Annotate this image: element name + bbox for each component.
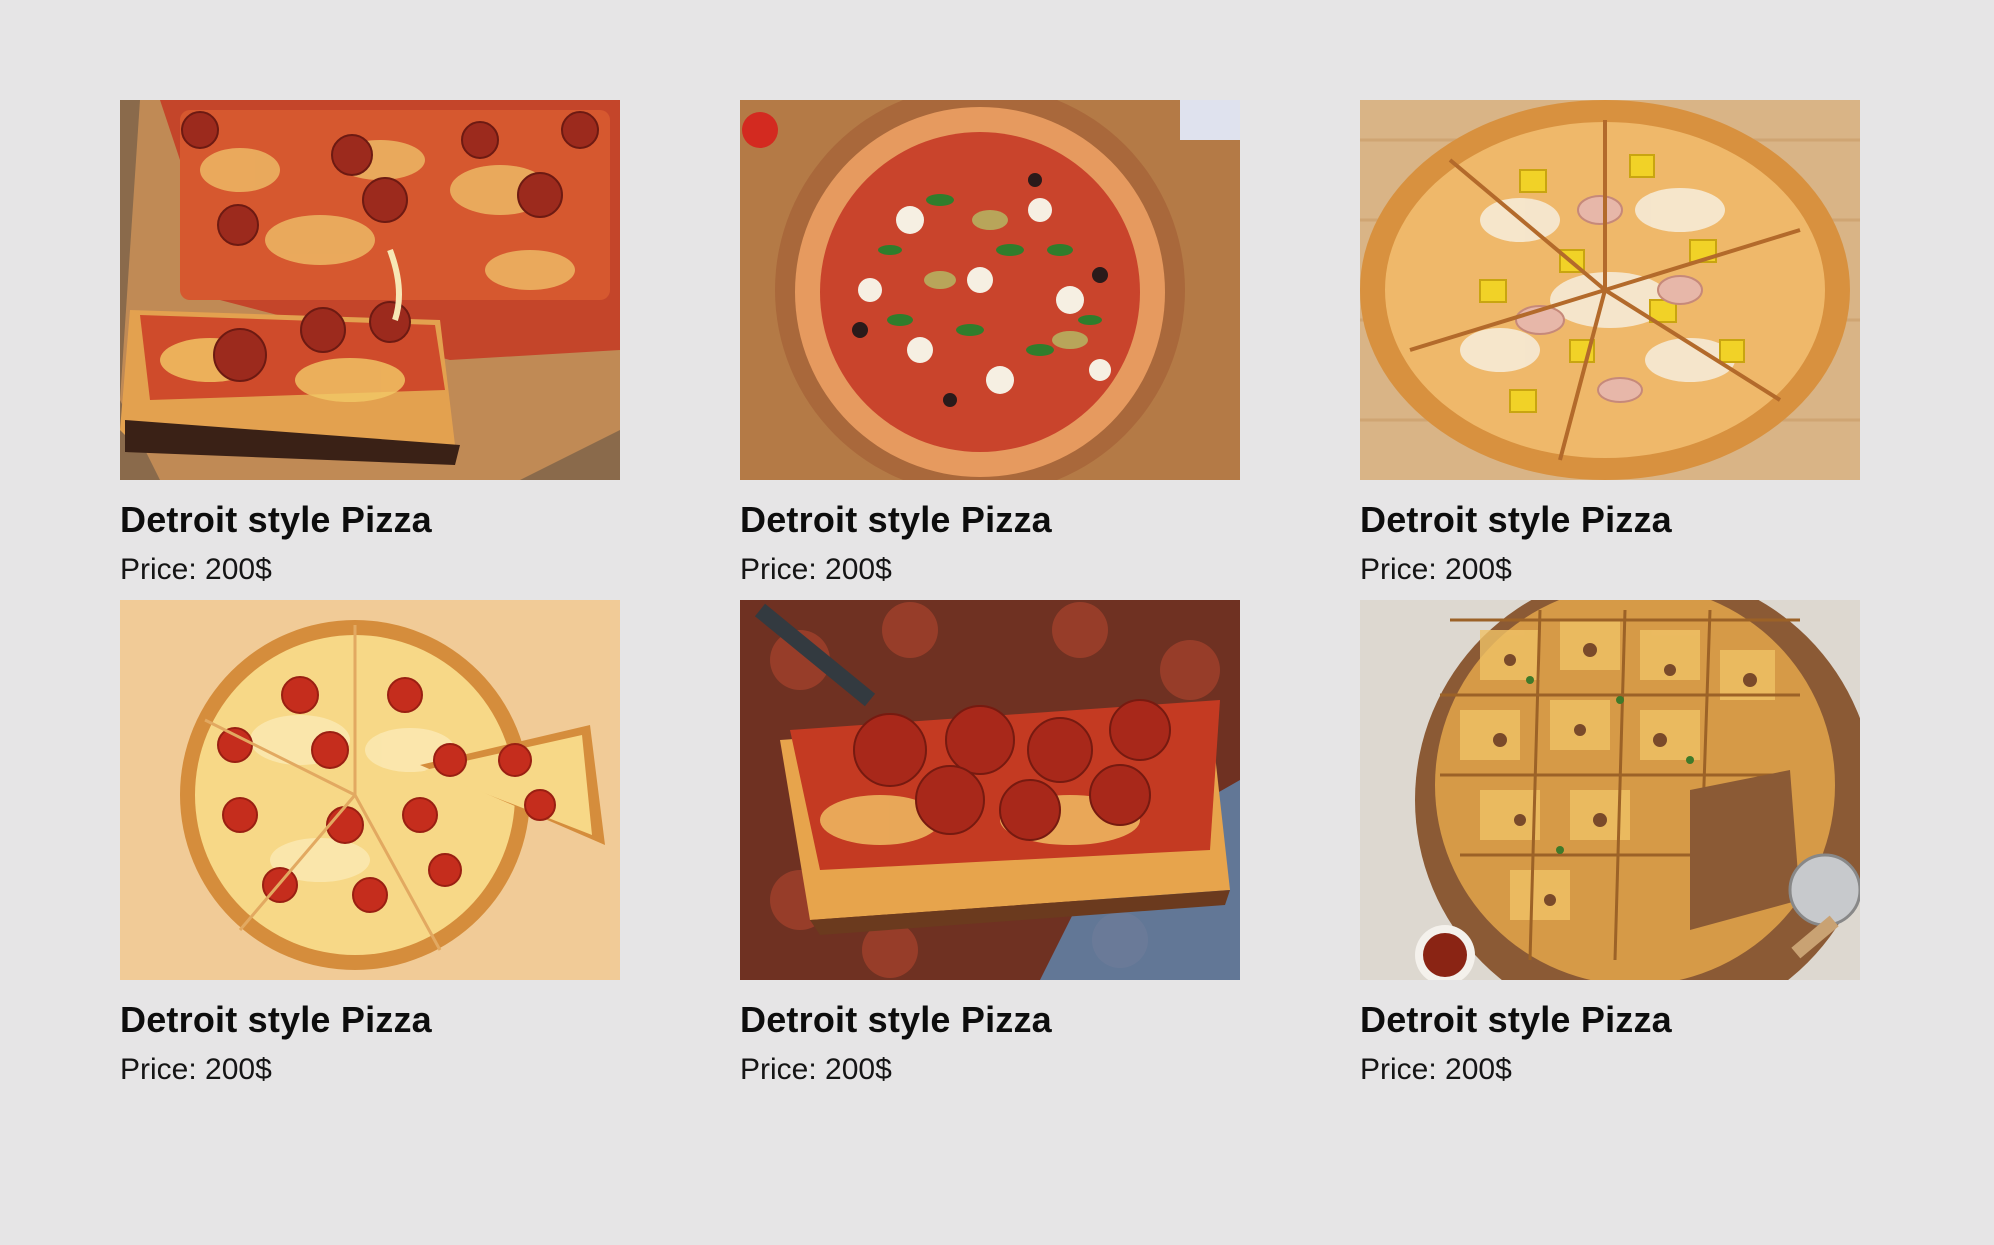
product-price: Price: 200$ — [1360, 1053, 1512, 1086]
product-card[interactable]: Detroit style Pizza Price: 200$ — [1360, 600, 1860, 1100]
product-image[interactable] — [1360, 100, 1860, 480]
product-image[interactable] — [120, 600, 620, 980]
product-card[interactable]: Detroit style Pizza Price: 200$ — [740, 600, 1240, 1100]
product-name[interactable]: Detroit style Pizza — [120, 498, 620, 542]
product-image[interactable] — [1360, 600, 1860, 980]
pizza-hawaiian-round-photo-icon — [1360, 100, 1860, 480]
product-name[interactable]: Detroit style Pizza — [120, 998, 620, 1042]
product-image[interactable] — [120, 100, 620, 480]
pizza-veggie-round-photo-icon — [740, 100, 1240, 480]
product-price: Price: 200$ — [1360, 553, 1512, 586]
product-name[interactable]: Detroit style Pizza — [740, 498, 1240, 542]
product-card[interactable]: Detroit style Pizza Price: 200$ — [120, 600, 620, 1100]
product-price: Price: 200$ — [740, 1053, 892, 1086]
product-image[interactable] — [740, 600, 1240, 980]
pizza-sausage-tavern-photo-icon — [1360, 600, 1860, 980]
product-card[interactable]: Detroit style Pizza Price: 200$ — [120, 100, 620, 600]
product-name[interactable]: Detroit style Pizza — [1360, 498, 1860, 542]
pizza-slice-spatula-photo-icon — [740, 600, 1240, 980]
product-grid: Detroit style Pizza Price: 200$ Detroit … — [120, 100, 1860, 1100]
pizza-pepperoni-round-photo-icon — [120, 600, 620, 980]
product-name[interactable]: Detroit style Pizza — [1360, 998, 1860, 1042]
product-price: Price: 200$ — [120, 1053, 272, 1086]
product-price: Price: 200$ — [740, 553, 892, 586]
product-price: Price: 200$ — [120, 553, 272, 586]
product-card[interactable]: Detroit style Pizza Price: 200$ — [740, 100, 1240, 600]
product-image[interactable] — [740, 100, 1240, 480]
product-card[interactable]: Detroit style Pizza Price: 200$ — [1360, 100, 1860, 600]
pizza-pepperoni-square-photo-icon — [120, 100, 620, 480]
product-name[interactable]: Detroit style Pizza — [740, 998, 1240, 1042]
